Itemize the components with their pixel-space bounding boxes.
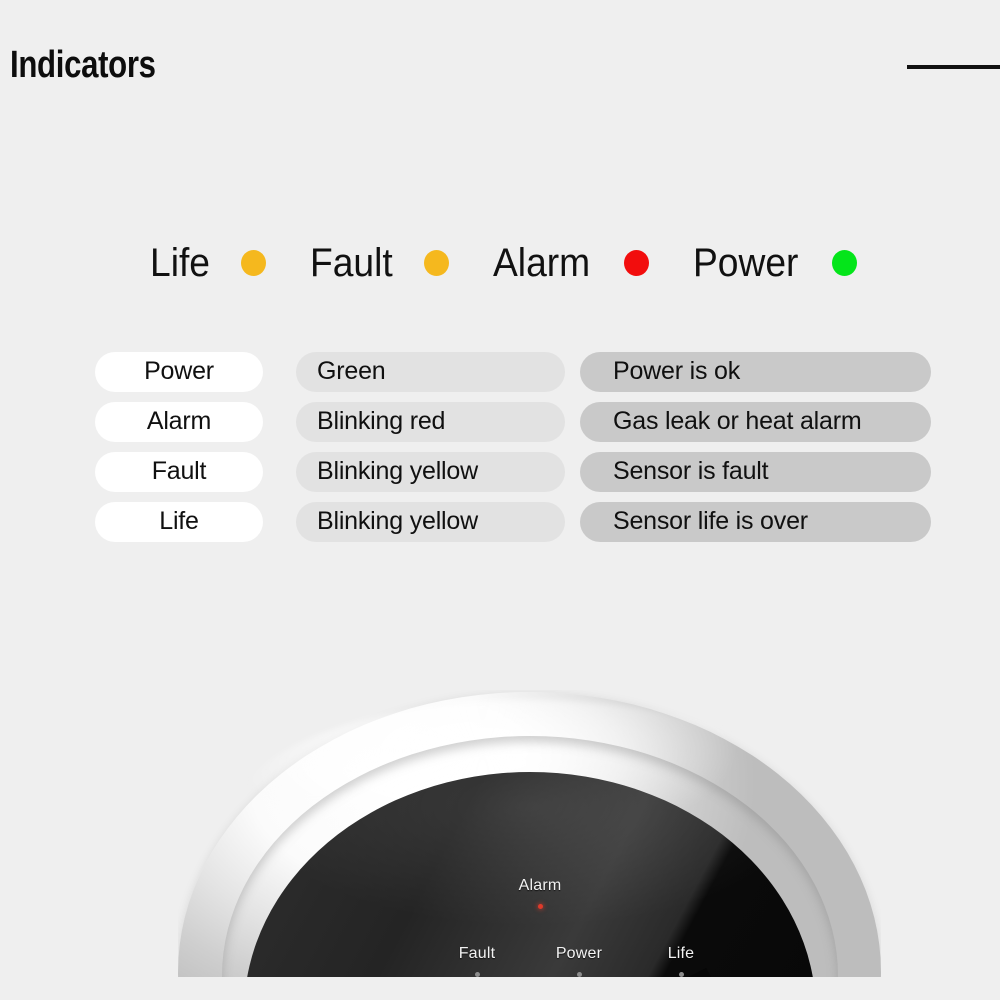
legend-label-fault: Fault [309,240,393,285]
table-row: Fault Blinking yellow Sensor is fault [95,452,931,492]
led-dot-icon-fault [424,250,450,276]
indicator-color-cell: Blinking red [296,402,565,442]
legend-item-life: Life [150,241,310,286]
legend-label-life: Life [150,240,210,285]
led-dot-icon-power [832,250,858,276]
indicator-description-cell: Sensor is fault [580,452,931,492]
legend-item-alarm: Alarm [493,241,692,286]
page-header: Indicators [0,0,1000,120]
device-indicator-alarm: Alarm [485,877,595,909]
device-indicator-power: Power [524,945,634,977]
legend-item-power: Power [692,240,858,286]
legend-label-power: Power [692,240,799,285]
indicator-description-cell: Power is ok [580,352,931,392]
table-row: Power Green Power is ok [95,352,931,392]
device-indicator-life: Life [626,945,736,977]
device-white-shell: Alarm Fault Power Life [178,692,881,978]
led-legend-row: Life Fault Alarm Power [150,232,890,294]
indicator-color-cell: Green [296,352,565,392]
indicator-color-cell: Blinking yellow [296,452,565,492]
indicator-description-cell: Gas leak or heat alarm [580,402,931,442]
indicator-table: Power Green Power is ok Alarm Blinking r… [95,352,931,552]
table-row: Life Blinking yellow Sensor life is over [95,502,931,542]
page-title: Indicators [10,44,156,86]
indicator-name-cell: Life [95,502,263,542]
device-label-fault: Fault [458,945,496,962]
device-label-alarm: Alarm [518,877,562,894]
indicator-name-cell: Fault [95,452,263,492]
device-label-power: Power [555,945,603,962]
legend-item-fault: Fault [310,241,494,286]
led-dot-icon-alarm [623,250,649,276]
led-dot-icon-life [240,250,266,276]
table-row: Alarm Blinking red Gas leak or heat alar… [95,402,931,442]
device-led-icon-alarm [537,904,543,909]
indicator-description-cell: Sensor life is over [580,502,931,542]
device-label-life: Life [667,945,695,962]
photo-bottom-crop-band [178,977,881,1000]
device-product-image: Alarm Fault Power Life [178,690,881,978]
device-indicator-fault: Fault [422,945,532,977]
indicator-name-cell: Alarm [95,402,263,442]
legend-label-alarm: Alarm [493,240,591,285]
indicator-color-cell: Blinking yellow [296,502,565,542]
device-face-panel: Alarm Fault Power Life [244,772,816,978]
header-divider-line [907,65,1000,69]
indicator-name-cell: Power [95,352,263,392]
